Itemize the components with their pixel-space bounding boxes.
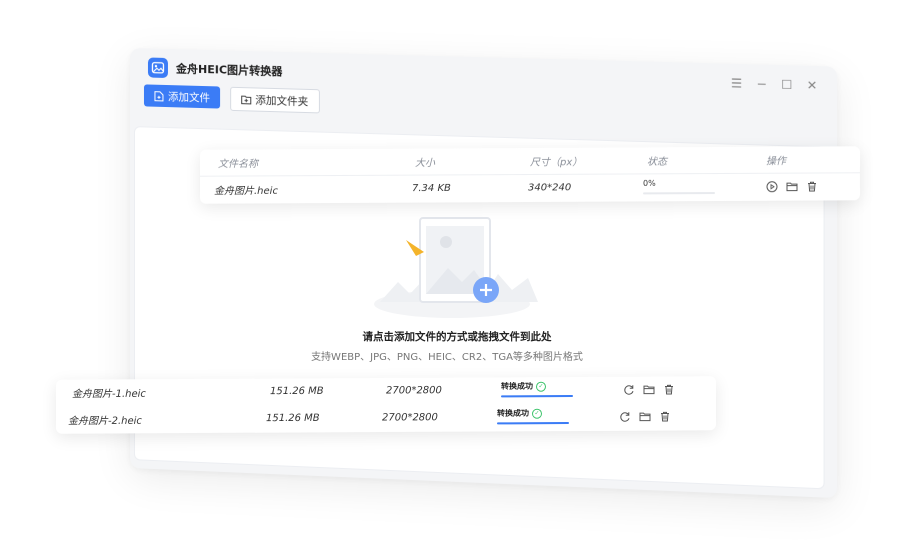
file-dimensions: 2700*2800 (382, 412, 438, 424)
folder-icon[interactable] (643, 384, 655, 396)
toolbar: 添加文件 添加文件夹 (143, 84, 320, 114)
status-label: 转换成功 (501, 381, 533, 391)
progress-bar (643, 192, 715, 195)
status-success: 转换成功 ✓ (497, 408, 542, 419)
file-name: 金舟图片-1.heic (72, 388, 146, 401)
check-circle-icon: ✓ (536, 381, 546, 392)
add-file-label: 添加文件 (167, 90, 211, 104)
progress-bar (497, 422, 569, 425)
table-row[interactable]: 金舟图片.heic 7.34 KB 340*240 0% (200, 173, 860, 202)
check-circle-icon: ✓ (532, 408, 542, 419)
trash-icon[interactable] (659, 411, 671, 423)
refresh-icon[interactable] (623, 384, 635, 396)
progress-label: 0% (643, 178, 656, 188)
app-title: 金舟HEIC图片转换器 (175, 62, 283, 79)
close-icon[interactable]: ✕ (806, 78, 819, 93)
empty-state-illustration (374, 217, 538, 318)
progress-fill (501, 395, 573, 398)
file-size: 7.34 KB (412, 182, 451, 195)
table-row[interactable]: 金舟图片-1.heic 151.26 MB 2700*2800 转换成功 ✓ (56, 376, 716, 405)
header-name: 文件名称 (218, 158, 258, 171)
menu-icon[interactable]: ☰ (730, 76, 743, 91)
add-file-button[interactable]: 添加文件 (143, 84, 221, 109)
minimize-icon[interactable]: − (755, 77, 768, 92)
add-folder-label: 添加文件夹 (255, 93, 309, 108)
add-file-icon (154, 90, 164, 101)
empty-state-title: 请点击添加文件的方式或拖拽文件到此处 (362, 331, 552, 343)
add-folder-button[interactable]: 添加文件夹 (230, 86, 320, 114)
empty-state-subtitle: 支持WEBP、JPG、PNG、HEIC、CR2、TGA等多种图片格式 (311, 352, 583, 363)
window-controls: ☰ − ☐ ✕ (730, 76, 818, 93)
row-actions (623, 383, 675, 395)
file-name: 金舟图片.heic (214, 185, 278, 198)
row-actions (766, 180, 818, 193)
header-size: 大小 (415, 157, 435, 170)
row-actions (619, 411, 671, 423)
status-label: 转换成功 (497, 408, 529, 418)
file-table-card: 文件名称 大小 尺寸（px） 状态 操作 金舟图片.heic 7.34 KB 3… (200, 146, 860, 204)
folder-icon[interactable] (786, 181, 798, 193)
file-size: 151.26 MB (270, 385, 324, 398)
header-actions: 操作 (766, 156, 786, 168)
table-header: 文件名称 大小 尺寸（px） 状态 操作 (200, 146, 860, 175)
file-dimensions: 2700*2800 (386, 385, 442, 397)
app-logo-icon (147, 57, 168, 79)
file-name: 金舟图片-2.heic (68, 415, 142, 428)
header-status: 状态 (647, 156, 667, 168)
file-dimensions: 340*240 (528, 182, 572, 194)
header-dimensions: 尺寸（px） (530, 157, 583, 169)
add-folder-icon (241, 94, 251, 105)
progress-fill (497, 422, 569, 425)
file-size: 151.26 MB (266, 412, 320, 425)
trash-icon[interactable] (806, 180, 818, 192)
status-success: 转换成功 ✓ (501, 381, 546, 392)
screenshot-stage: 金舟HEIC图片转换器 ☰ − ☐ ✕ 添加文件 添加文件夹 请点击添加文件的方… (0, 0, 914, 551)
play-icon[interactable] (766, 181, 778, 193)
refresh-icon[interactable] (619, 411, 631, 423)
table-row[interactable]: 金舟图片-2.heic 151.26 MB 2700*2800 转换成功 ✓ (56, 403, 716, 432)
completed-files-card: 金舟图片-1.heic 151.26 MB 2700*2800 转换成功 ✓ 金… (56, 376, 716, 434)
maximize-icon[interactable]: ☐ (780, 77, 793, 92)
folder-icon[interactable] (639, 411, 651, 423)
progress-bar (501, 395, 573, 398)
trash-icon[interactable] (663, 383, 675, 395)
